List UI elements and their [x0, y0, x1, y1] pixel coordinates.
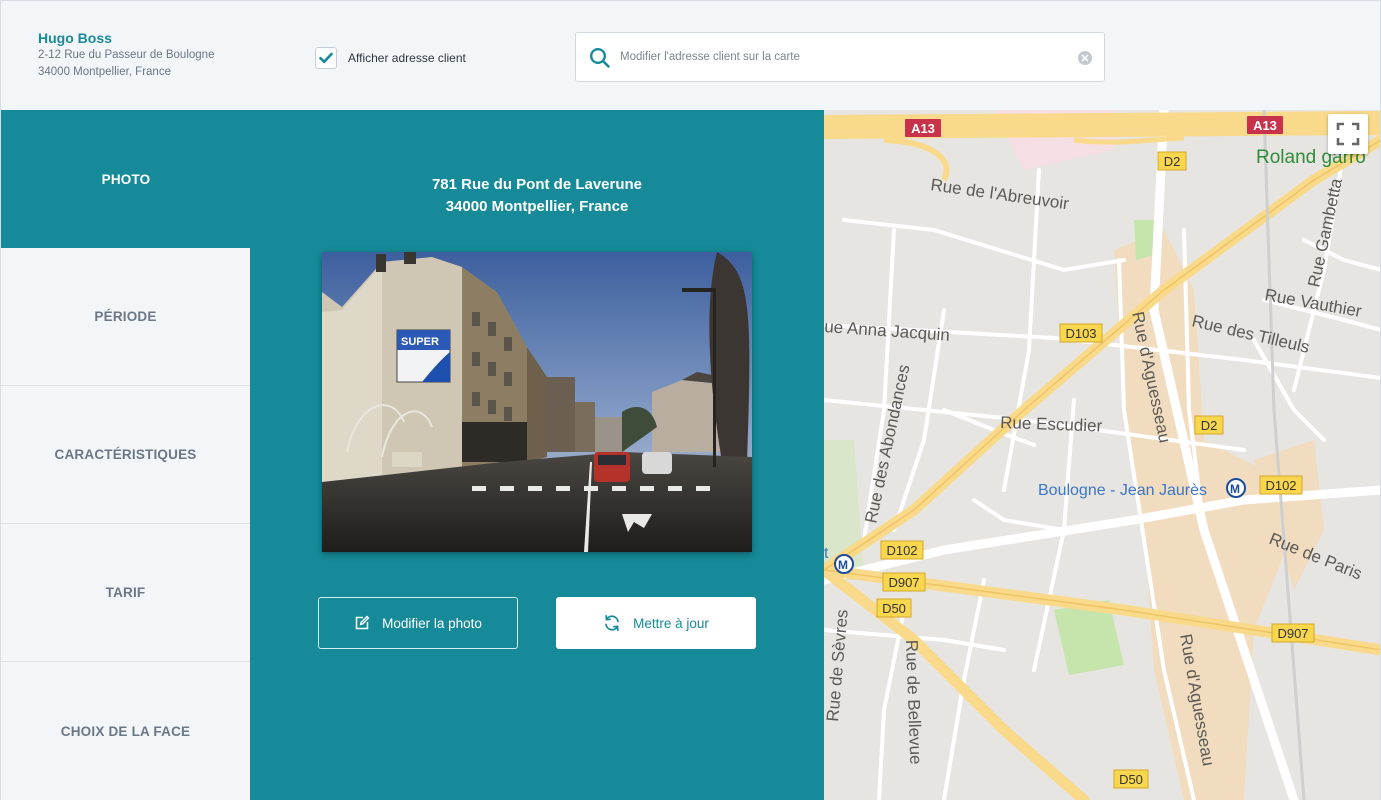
map-view[interactable]: Rue de l'Abreuvoir ue Anna Jacquin Rue E…: [824, 110, 1381, 800]
road-badge: D103: [1059, 323, 1103, 343]
road-badge: D50: [1113, 769, 1149, 789]
show-client-address-label: Afficher adresse client: [348, 51, 466, 65]
svg-text:M: M: [1230, 482, 1240, 496]
map-street-label: Rue Escudier: [1000, 413, 1103, 436]
map-street-label: Rue des Tilleuls: [1190, 311, 1311, 357]
svg-text:D2: D2: [1201, 418, 1218, 433]
svg-text:D2: D2: [1164, 154, 1181, 169]
map-street-label: Rue de Bellevue: [902, 639, 925, 764]
client-address-line1: 2-12 Rue du Passeur de Boulogne: [38, 49, 215, 61]
map-fullscreen-button[interactable]: [1328, 114, 1368, 154]
refresh-icon: [605, 614, 619, 632]
sidebar-item-label: CHOIX DE LA FACE: [60, 723, 191, 739]
billboard-photo: SUPER: [322, 252, 752, 552]
sidebar-item-choix-de-la-face[interactable]: CHOIX DE LA FACE: [1, 662, 250, 800]
header: Hugo Boss 2-12 Rue du Passeur de Boulogn…: [0, 0, 1381, 110]
metro-icon: M: [1226, 478, 1246, 498]
client-name: Hugo Boss: [38, 30, 112, 46]
svg-text:D50: D50: [1119, 772, 1143, 787]
search-icon: [589, 47, 610, 68]
show-client-address-checkbox[interactable]: [315, 47, 337, 69]
road-badge: D907: [1271, 623, 1315, 643]
svg-text:D102: D102: [886, 543, 917, 558]
road-badge: D102: [880, 540, 924, 560]
road-badge: A13: [1247, 116, 1283, 134]
metro-icon: M: [834, 554, 854, 574]
svg-text:A13: A13: [1253, 118, 1277, 133]
sidebar-item-label: PHOTO: [101, 171, 151, 187]
map-street-label: Rue de Sèvres: [824, 609, 852, 723]
road-badge: D50: [876, 598, 912, 618]
sidebar-item-photo[interactable]: PHOTO: [1, 110, 251, 248]
photo-panel: 781 Rue du Pont de Laverune 34000 Montpe…: [250, 110, 824, 800]
svg-text:M: M: [838, 558, 848, 572]
map-street-label: Rue de l'Abreuvoir: [929, 175, 1070, 213]
billboard-sign-text: SUPER: [401, 336, 439, 348]
map-street-label: Rue Gambetta: [1304, 176, 1346, 289]
metro-station-label-fragment: t: [824, 545, 829, 562]
road-badge: D907: [882, 572, 926, 592]
client-address-line2: 34000 Montpellier, France: [38, 66, 171, 78]
client-info: Hugo Boss 2-12 Rue du Passeur de Boulogn…: [38, 29, 214, 81]
address-search-input[interactable]: [620, 41, 1070, 73]
update-button[interactable]: Mettre à jour: [556, 597, 756, 649]
sidebar-item-periode[interactable]: PÉRIODE: [1, 248, 250, 386]
sidebar-item-tarif[interactable]: TARIF: [1, 524, 250, 662]
billboard-address-line1: 781 Rue du Pont de Laverune: [431, 176, 643, 193]
road-badge: D2: [1157, 151, 1187, 171]
billboard-address-line2: 34000 Montpellier, France: [445, 198, 629, 215]
road-badge: D2: [1194, 415, 1224, 435]
svg-text:D103: D103: [1065, 326, 1096, 341]
show-client-address-toggle[interactable]: Afficher adresse client: [315, 47, 466, 69]
edit-photo-label: Modifier la photo: [382, 615, 482, 631]
edit-photo-button[interactable]: Modifier la photo: [318, 597, 518, 649]
sidebar-item-caracteristiques[interactable]: CARACTÉRISTIQUES: [1, 386, 250, 524]
sidebar-item-label: CARACTÉRISTIQUES: [54, 447, 197, 462]
sidebar: PHOTO PÉRIODE CARACTÉRISTIQUES TARIF CHO…: [0, 110, 251, 800]
svg-text:A13: A13: [911, 121, 935, 136]
metro-station-label: Boulogne - Jean Jaurès: [1038, 482, 1207, 499]
svg-text:D907: D907: [1277, 626, 1308, 641]
address-search-box: [575, 32, 1105, 82]
checkmark-icon: [319, 52, 333, 64]
svg-text:D50: D50: [882, 601, 906, 616]
svg-text:D102: D102: [1265, 478, 1296, 493]
fullscreen-icon: [1336, 122, 1360, 146]
edit-icon: [355, 615, 370, 630]
clear-search-icon[interactable]: [1078, 51, 1092, 65]
update-label: Mettre à jour: [633, 615, 709, 631]
billboard-address: 781 Rue du Pont de Laverune 34000 Montpe…: [250, 174, 824, 218]
sidebar-item-label: PÉRIODE: [94, 309, 157, 324]
road-badge: A13: [905, 119, 941, 137]
road-badge: D102: [1259, 475, 1303, 495]
sidebar-item-label: TARIF: [105, 585, 146, 600]
svg-text:D907: D907: [888, 575, 919, 590]
